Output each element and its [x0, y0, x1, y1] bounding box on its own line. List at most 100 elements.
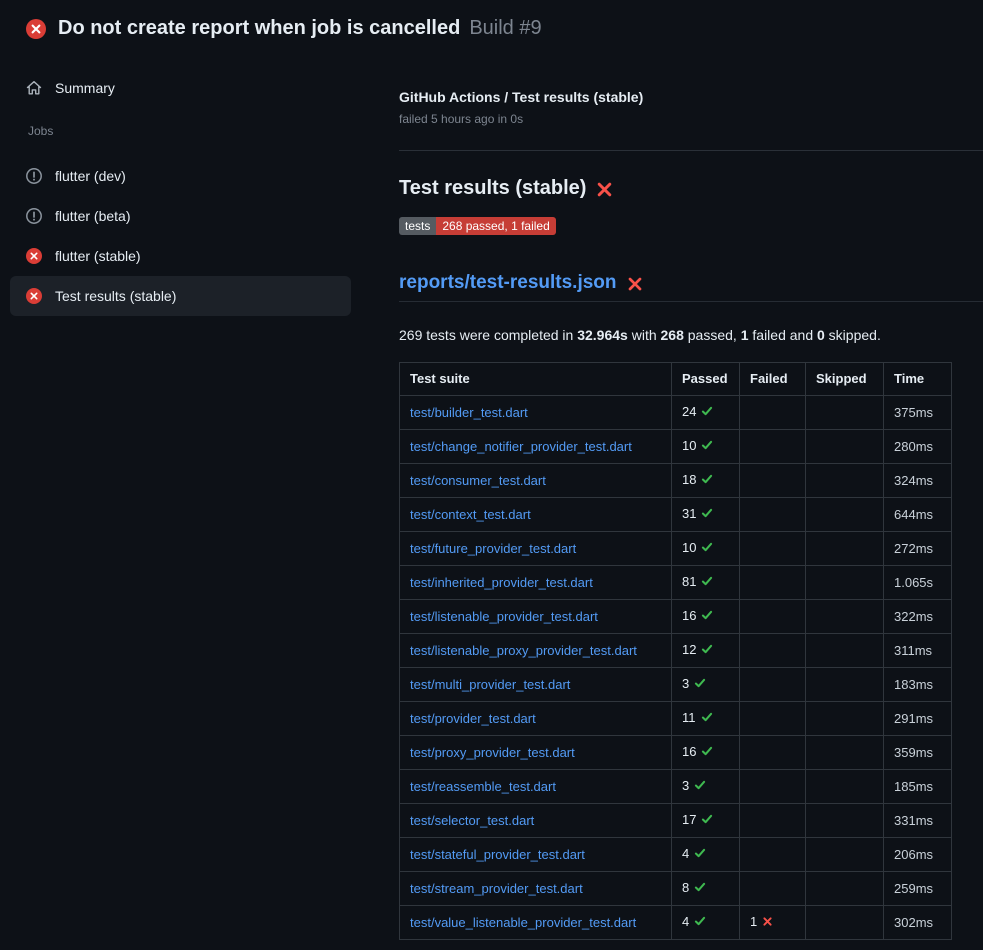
- table-row: test/consumer_test.dart18324ms: [400, 464, 952, 498]
- failed-cell: [740, 566, 806, 600]
- check-icon: [701, 711, 713, 727]
- passed-count: 17: [682, 812, 696, 827]
- summary-segment: failed and: [749, 327, 818, 343]
- failed-cell: [740, 396, 806, 430]
- suite-cell: test/listenable_provider_test.dart: [400, 600, 672, 634]
- report-heading: reports/test-results.json: [399, 272, 983, 302]
- x-circle-icon: [26, 288, 42, 304]
- failed-cell: [740, 668, 806, 702]
- suite-cell: test/stateful_provider_test.dart: [400, 838, 672, 872]
- test-suite-link[interactable]: test/inherited_provider_test.dart: [410, 575, 593, 590]
- failed-cell: [740, 872, 806, 906]
- failed-cell: [740, 770, 806, 804]
- check-icon: [701, 439, 713, 455]
- test-suite-link[interactable]: test/future_provider_test.dart: [410, 541, 576, 556]
- sidebar-item-test-results-stable[interactable]: Test results (stable): [10, 276, 351, 316]
- failed-cell: [740, 600, 806, 634]
- check-icon: [701, 405, 713, 421]
- failed-cell: [740, 464, 806, 498]
- check-icon: [701, 473, 713, 489]
- skipped-cell: [806, 464, 884, 498]
- skipped-cell: [806, 430, 884, 464]
- suite-cell: test/selector_test.dart: [400, 804, 672, 838]
- skipped-cell: [806, 906, 884, 940]
- passed-count: 24: [682, 404, 696, 419]
- test-suite-link[interactable]: test/provider_test.dart: [410, 711, 536, 726]
- skipped-cell: [806, 872, 884, 906]
- passed-cell: 24: [672, 396, 740, 430]
- col-header-failed: Failed: [740, 363, 806, 396]
- time-cell: 324ms: [884, 464, 952, 498]
- report-file-link[interactable]: reports/test-results.json: [399, 272, 617, 294]
- test-suite-link[interactable]: test/reassemble_test.dart: [410, 779, 556, 794]
- sidebar-item-flutter-beta[interactable]: flutter (beta): [10, 196, 351, 236]
- failed-cell: 1: [740, 906, 806, 940]
- time-cell: 322ms: [884, 600, 952, 634]
- test-suite-link[interactable]: test/builder_test.dart: [410, 405, 528, 420]
- sidebar-item-flutter-stable[interactable]: flutter (stable): [10, 236, 351, 276]
- suite-cell: test/consumer_test.dart: [400, 464, 672, 498]
- passed-count: 8: [682, 880, 689, 895]
- col-header-skipped: Skipped: [806, 363, 884, 396]
- failed-cell: [740, 532, 806, 566]
- time-cell: 311ms: [884, 634, 952, 668]
- check-icon: [694, 847, 706, 863]
- suite-cell: test/multi_provider_test.dart: [400, 668, 672, 702]
- suite-cell: test/provider_test.dart: [400, 702, 672, 736]
- passed-cell: 81: [672, 566, 740, 600]
- summary-segment: skipped.: [825, 327, 881, 343]
- section-title: Test results (stable): [399, 177, 586, 200]
- main-content: GitHub Actions / Test results (stable) f…: [361, 51, 983, 940]
- sidebar-item-flutter-dev[interactable]: flutter (dev): [10, 156, 351, 196]
- summary-segment: 268: [661, 327, 684, 343]
- skipped-cell: [806, 634, 884, 668]
- test-suite-link[interactable]: test/stream_provider_test.dart: [410, 881, 583, 896]
- test-suite-link[interactable]: test/listenable_provider_test.dart: [410, 609, 598, 624]
- time-cell: 280ms: [884, 430, 952, 464]
- passed-cell: 8: [672, 872, 740, 906]
- suite-cell: test/context_test.dart: [400, 498, 672, 532]
- build-number: Build #9: [469, 17, 541, 40]
- failed-cell: [740, 430, 806, 464]
- check-icon: [701, 643, 713, 659]
- failed-count: 1: [750, 914, 757, 929]
- passed-count: 11: [682, 710, 696, 725]
- sidebar-item-summary[interactable]: Summary: [10, 68, 351, 108]
- time-cell: 644ms: [884, 498, 952, 532]
- skipped-cell: [806, 566, 884, 600]
- test-suite-link[interactable]: test/listenable_proxy_provider_test.dart: [410, 643, 637, 658]
- passed-count: 4: [682, 914, 689, 929]
- passed-cell: 12: [672, 634, 740, 668]
- check-icon: [694, 677, 706, 693]
- badge-label: tests: [399, 217, 436, 235]
- test-suite-link[interactable]: test/multi_provider_test.dart: [410, 677, 570, 692]
- test-suite-link[interactable]: test/consumer_test.dart: [410, 473, 546, 488]
- summary-segment: with: [628, 327, 661, 343]
- test-suite-link[interactable]: test/value_listenable_provider_test.dart: [410, 915, 636, 930]
- col-header-test-suite: Test suite: [400, 363, 672, 396]
- failed-cell: [740, 736, 806, 770]
- time-cell: 331ms: [884, 804, 952, 838]
- passed-cell: 4: [672, 838, 740, 872]
- alert-circle-icon: [26, 168, 42, 184]
- summary-segment: 32.964s: [577, 327, 628, 343]
- test-suite-link[interactable]: test/proxy_provider_test.dart: [410, 745, 575, 760]
- skipped-cell: [806, 668, 884, 702]
- skipped-cell: [806, 532, 884, 566]
- test-suite-link[interactable]: test/stateful_provider_test.dart: [410, 847, 585, 862]
- failed-cell: [740, 634, 806, 668]
- skipped-cell: [806, 770, 884, 804]
- table-row: test/multi_provider_test.dart3183ms: [400, 668, 952, 702]
- passed-cell: 16: [672, 600, 740, 634]
- passed-count: 10: [682, 438, 696, 453]
- time-cell: 375ms: [884, 396, 952, 430]
- check-icon: [701, 541, 713, 557]
- test-suite-link[interactable]: test/selector_test.dart: [410, 813, 534, 828]
- suite-cell: test/reassemble_test.dart: [400, 770, 672, 804]
- table-row: test/future_provider_test.dart10272ms: [400, 532, 952, 566]
- check-icon: [701, 745, 713, 761]
- failed-cell: [740, 838, 806, 872]
- test-suite-link[interactable]: test/context_test.dart: [410, 507, 531, 522]
- suite-cell: test/value_listenable_provider_test.dart: [400, 906, 672, 940]
- test-suite-link[interactable]: test/change_notifier_provider_test.dart: [410, 439, 632, 454]
